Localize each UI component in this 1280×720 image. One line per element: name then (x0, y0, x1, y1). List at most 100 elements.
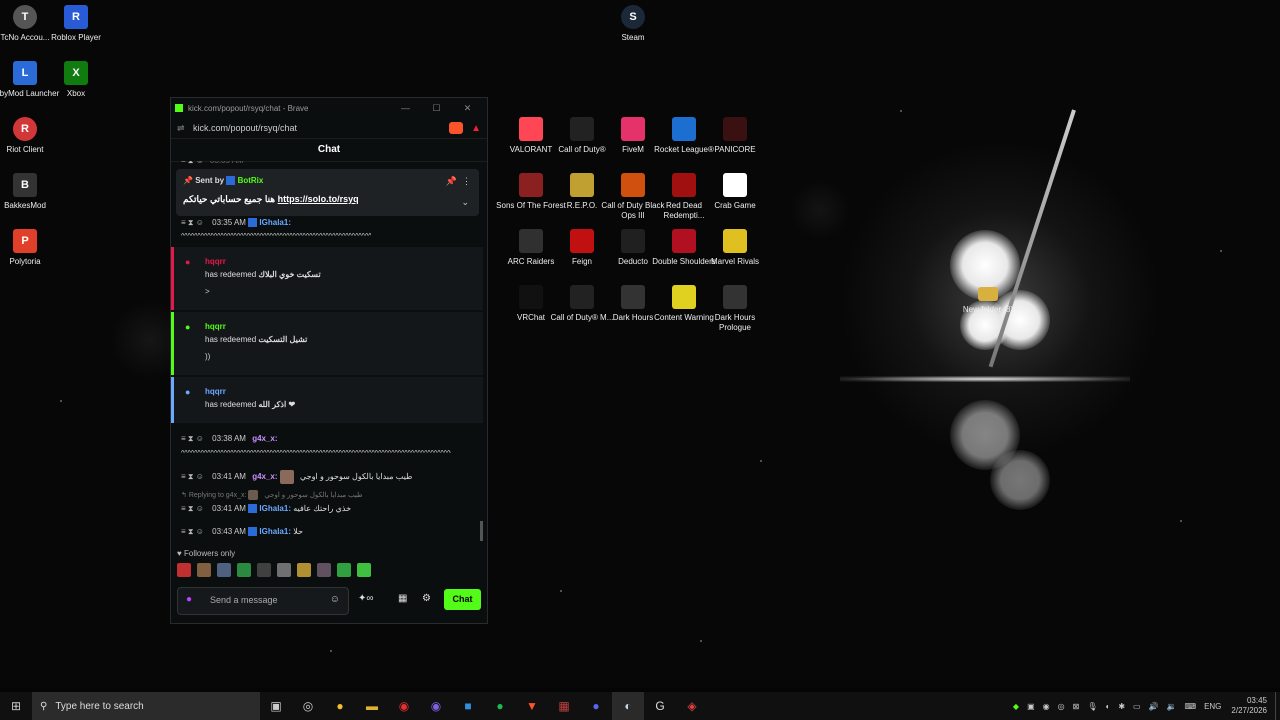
task-view-icon[interactable]: ▣ (260, 692, 292, 720)
message-body: ^^^^^^^^^^^^^^^^^^^^^^^^^^^^^^^^^^^^^^^^… (181, 450, 451, 457)
mod-action-icons[interactable]: ≡ ⧗ ☺ (181, 472, 204, 481)
tray-icon[interactable]: ◎ (1058, 702, 1065, 711)
mod-action-icons[interactable]: ≡ ⧗ ☺ (181, 504, 204, 513)
app-icon[interactable]: ■ (452, 692, 484, 720)
mod-action-icons[interactable]: ≡ ⧗ ☺ (181, 434, 204, 443)
tray-icon[interactable]: ▣ (1027, 702, 1035, 711)
maximize-button[interactable]: ☐ (421, 103, 452, 114)
folder-icon (978, 287, 998, 301)
desktop-icon-bakkesmod[interactable]: B BakkesMod (0, 173, 60, 211)
pin-actions[interactable]: 📌 ⋮ (446, 176, 471, 187)
desktop-icon-game[interactable]: Dark Hours Prologue (700, 285, 770, 333)
app-icon[interactable]: ◈ (676, 692, 708, 720)
game-icon (570, 117, 594, 141)
clock[interactable]: 03:45 2/27/2026 (1231, 696, 1267, 716)
brave-rewards-icon[interactable]: ▲ (471, 123, 481, 134)
desktop-icon-riot[interactable]: R Riot Client (0, 117, 60, 155)
desktop-icon-label: Riot Client (6, 145, 44, 154)
redeem-card: ● hqqrr has redeemed تسكيت خوي البلاك > (171, 247, 483, 310)
redeem-user[interactable]: hqqrr (205, 387, 226, 396)
pinned-message[interactable]: 📌 Sent by BotRix 📌 ⋮ هنا جميع حساباتي حي… (176, 169, 479, 216)
minimize-button[interactable]: — (390, 103, 421, 113)
app-icon[interactable]: G (644, 692, 676, 720)
emote-icon[interactable] (277, 563, 291, 577)
taskbar-search[interactable]: ⚲ Type here to search (32, 692, 260, 720)
app-icon[interactable]: ◉ (420, 692, 452, 720)
emote-icon[interactable] (257, 563, 271, 577)
language-indicator[interactable]: ENG (1204, 702, 1221, 711)
spotify-icon[interactable]: ● (484, 692, 516, 720)
url-text[interactable]: kick.com/popout/rsyq/chat (193, 123, 449, 133)
emote-icon[interactable] (177, 563, 191, 577)
close-button[interactable]: ✕ (452, 103, 483, 114)
pinned-text: هنا جميع حساباتي حياتكم (183, 194, 276, 204)
network-icon[interactable]: ▭ (1133, 702, 1141, 711)
message-user[interactable]: g4x_x: (252, 472, 277, 481)
keyboard-icon[interactable]: ⌨ (1185, 702, 1197, 711)
store-icon[interactable]: ▦ (398, 593, 407, 604)
game-icon (723, 229, 747, 253)
desktop-icon-steam[interactable]: S Steam (598, 5, 668, 43)
desktop-icon-game[interactable]: Crab Game (700, 173, 770, 211)
emoji-icon[interactable]: ☺ (330, 594, 340, 605)
microphone-icon[interactable]: 🎙 (1087, 702, 1097, 711)
site-settings-icon[interactable]: ⇌ (177, 123, 193, 134)
tray-icon[interactable]: ◉ (1043, 702, 1050, 711)
chrome-icon[interactable]: ● (324, 692, 356, 720)
file-explorer-icon[interactable]: ▬ (356, 692, 388, 720)
tray-icon[interactable]: ⊠ (1073, 702, 1080, 711)
message-user[interactable]: IGhala1: (259, 218, 291, 227)
app-icon[interactable]: ▦ (548, 692, 580, 720)
discord-icon[interactable]: ● (580, 692, 612, 720)
desktop-icon-game[interactable]: Marvel Rivals (700, 229, 770, 267)
desktop-icon-polytoria[interactable]: P Polytoria (0, 229, 60, 267)
send-chat-button[interactable]: Chat (444, 589, 481, 610)
pinned-link[interactable]: https://solo.to/rsyq (278, 194, 359, 204)
emote-icon[interactable] (357, 563, 371, 577)
riot-icon: R (13, 117, 37, 141)
speaker-icon[interactable]: 🔉 (1167, 702, 1177, 711)
show-desktop-button[interactable] (1275, 692, 1280, 720)
mod-action-icons[interactable]: ≡ ⧗ ☺ (181, 527, 204, 536)
steam-tray-icon[interactable]: ◐ (1105, 702, 1110, 711)
verified-badge-icon (226, 176, 236, 186)
emote-icon[interactable] (337, 563, 351, 577)
desktop-icon-roblox[interactable]: R Roblox Player (41, 5, 111, 43)
desktop-icon-label: Xbox (66, 89, 86, 98)
emote-icon[interactable] (217, 563, 231, 577)
bluetooth-icon[interactable]: ✱ (1118, 702, 1125, 711)
steamvr-icon[interactable]: ◎ (292, 692, 324, 720)
speaker-icon[interactable]: 🔊 (1149, 702, 1159, 711)
brave-icon[interactable]: ▼ (516, 692, 548, 720)
bakkesmod-icon: B (13, 173, 37, 197)
redeem-user[interactable]: hqqrr (205, 322, 226, 331)
emote-icon[interactable] (237, 563, 251, 577)
settings-gear-icon[interactable]: ⚙ (422, 593, 431, 604)
brave-shields-icon[interactable] (449, 122, 464, 134)
steam-icon[interactable]: ◐ (612, 692, 644, 720)
app-icon[interactable]: ◉ (388, 692, 420, 720)
chat-messages: ≡ ⧗ ☺03:35 AM 📌 Sent by BotRix 📌 ⋮ هنا ج… (171, 161, 483, 549)
tray-icon[interactable]: ◆ (1013, 702, 1019, 711)
message-input[interactable]: ● Send a message ☺ (177, 587, 349, 615)
message-user[interactable]: IGhala1: (259, 527, 291, 536)
windows-start-icon[interactable]: ⊞ (0, 692, 32, 720)
message-user[interactable]: g4x_x: (252, 434, 277, 443)
chevron-down-icon[interactable]: ⌄ (461, 197, 469, 208)
points-icon[interactable]: ✦∞ (358, 593, 374, 604)
microphone-icon[interactable]: ● (186, 594, 192, 605)
emote-icon[interactable] (297, 563, 311, 577)
reply-context[interactable]: ↰ Replying to g4x_x: طيب مبدايا بالكول س… (181, 490, 363, 500)
redeem-user[interactable]: hqqrr (205, 257, 226, 266)
address-bar[interactable]: ⇌ kick.com/popout/rsyq/chat ▲ (171, 118, 487, 139)
message-user[interactable]: IGhala1: (259, 504, 291, 513)
desktop-icon-xbox[interactable]: X Xbox (41, 61, 111, 99)
redeem-reward: تشيل التسكيت (258, 335, 308, 344)
chat-scrollbar[interactable] (480, 521, 483, 541)
emote-icon[interactable] (317, 563, 331, 577)
game-icon (723, 285, 747, 309)
desktop-icon-game[interactable]: PANICORE (700, 117, 770, 155)
emote-icon[interactable] (197, 563, 211, 577)
mod-action-icons[interactable]: ≡ ⧗ ☺ (181, 218, 204, 227)
desktop-icon-new-folder[interactable]: New folder (8) (953, 283, 1023, 315)
